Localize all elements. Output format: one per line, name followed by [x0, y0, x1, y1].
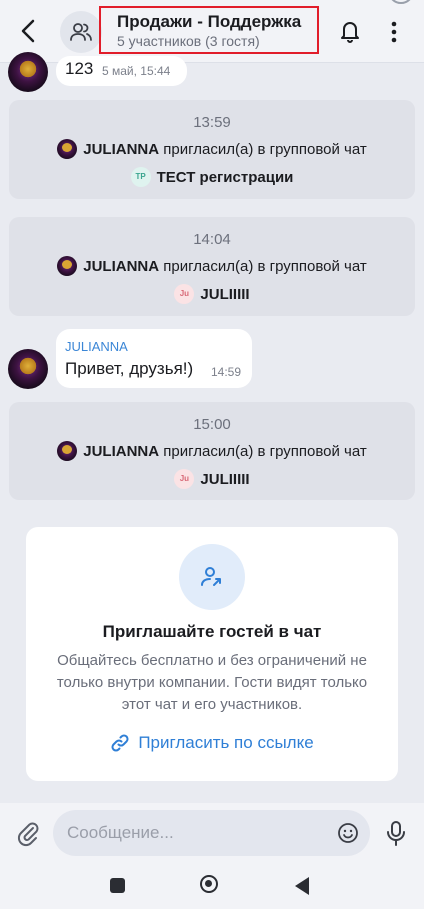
message-text: 123 [65, 59, 94, 78]
event-action: пригласил(а) в групповой чат [163, 257, 367, 275]
target-initials-badge: Ju [174, 469, 195, 489]
system-event-card: 15:00 JULIANNA пригласил(а) в групповой … [9, 402, 415, 500]
paperclip-icon [17, 822, 39, 847]
emoji-button[interactable] [337, 822, 359, 844]
invite-by-link-button[interactable]: Пригласить по ссылке [26, 733, 398, 753]
system-back-icon[interactable] [295, 877, 309, 895]
message-composer [0, 803, 424, 861]
event-time: 15:00 [193, 416, 231, 433]
avatar[interactable] [8, 52, 48, 92]
sender-name[interactable]: JULIANNA [65, 339, 128, 354]
system-event-card: 14:04 JULIANNA пригласил(а) в групповой … [9, 217, 415, 316]
event-line: JULIANNA пригласил(а) в групповой чат [9, 441, 415, 461]
message-input[interactable] [67, 810, 327, 856]
more-vertical-icon [391, 21, 397, 43]
message-input-box [53, 810, 370, 856]
more-options-button[interactable] [383, 20, 405, 44]
notifications-button[interactable] [338, 18, 362, 44]
message-time: 14:59 [211, 365, 242, 379]
target-initials-badge: ТР [130, 167, 151, 187]
smile-icon [338, 823, 358, 843]
actor-avatar [57, 256, 78, 276]
target-name: ТЕСТ регистрации [156, 168, 294, 186]
event-line: JULIANNA пригласил(а) в групповой чат [9, 256, 415, 276]
invite-link-label: Пригласить по ссылке [138, 733, 314, 752]
event-action: пригласил(а) в групповой чат [163, 442, 367, 460]
invite-title: Приглашайте гостей в чат [102, 622, 322, 641]
voice-message-button[interactable] [385, 819, 407, 847]
message-text: Привет, друзья!) [65, 359, 194, 378]
actor-avatar [57, 139, 78, 159]
bell-icon [341, 22, 359, 43]
status-circle-icon [388, 0, 414, 4]
message-bubble: 123 5 май, 15:44 [56, 56, 187, 86]
back-arrow-icon [21, 19, 35, 43]
event-target[interactable]: Ju JULIIIII [9, 469, 415, 489]
add-guest-icon [201, 567, 221, 586]
microphone-icon [387, 821, 405, 846]
actor-name[interactable]: JULIANNA [83, 258, 159, 275]
event-action: пригласил(а) в групповой чат [163, 140, 367, 158]
invite-guests-card: Приглашайте гостей в чат Общайтесь беспл… [26, 527, 398, 781]
home-icon[interactable] [200, 875, 218, 893]
event-time: 13:59 [193, 114, 231, 131]
system-navigation-bar [0, 861, 424, 909]
target-name: JULIIIII [200, 285, 250, 303]
event-target[interactable]: ТР ТЕСТ регистрации [9, 167, 415, 187]
chat-title: Продажи - Поддержка [117, 12, 302, 31]
event-time: 14:04 [193, 231, 231, 248]
target-name: JULIIIII [200, 470, 250, 488]
back-button[interactable] [16, 16, 42, 46]
group-avatar[interactable] [60, 11, 102, 53]
link-icon [111, 734, 129, 752]
message-bubble: JULIANNA Привет, друзья!) 14:59 [56, 329, 252, 388]
chat-subtitle: 5 участников (3 гостя) [117, 33, 260, 49]
invite-description: Общайтесь бесплатно и без ограничений не… [56, 652, 368, 713]
group-users-icon [70, 23, 92, 41]
recent-apps-icon[interactable] [110, 878, 125, 893]
chat-header: Продажи - Поддержка 5 участников (3 гост… [0, 0, 424, 63]
actor-name[interactable]: JULIANNA [83, 443, 159, 460]
system-event-card: 13:59 JULIANNA пригласил(а) в групповой … [9, 100, 415, 199]
event-target[interactable]: Ju JULIIIII [9, 284, 415, 304]
actor-name[interactable]: JULIANNA [83, 141, 159, 158]
message-time: 5 май, 15:44 [102, 64, 171, 78]
invite-icon-circle [179, 544, 245, 610]
chat-title-area[interactable]: Продажи - Поддержка 5 участников (3 гост… [99, 6, 319, 54]
attach-button[interactable] [16, 819, 40, 847]
avatar[interactable] [8, 349, 48, 389]
actor-avatar [57, 441, 78, 461]
event-line: JULIANNA пригласил(а) в групповой чат [9, 139, 415, 159]
target-initials-badge: Ju [174, 284, 195, 304]
